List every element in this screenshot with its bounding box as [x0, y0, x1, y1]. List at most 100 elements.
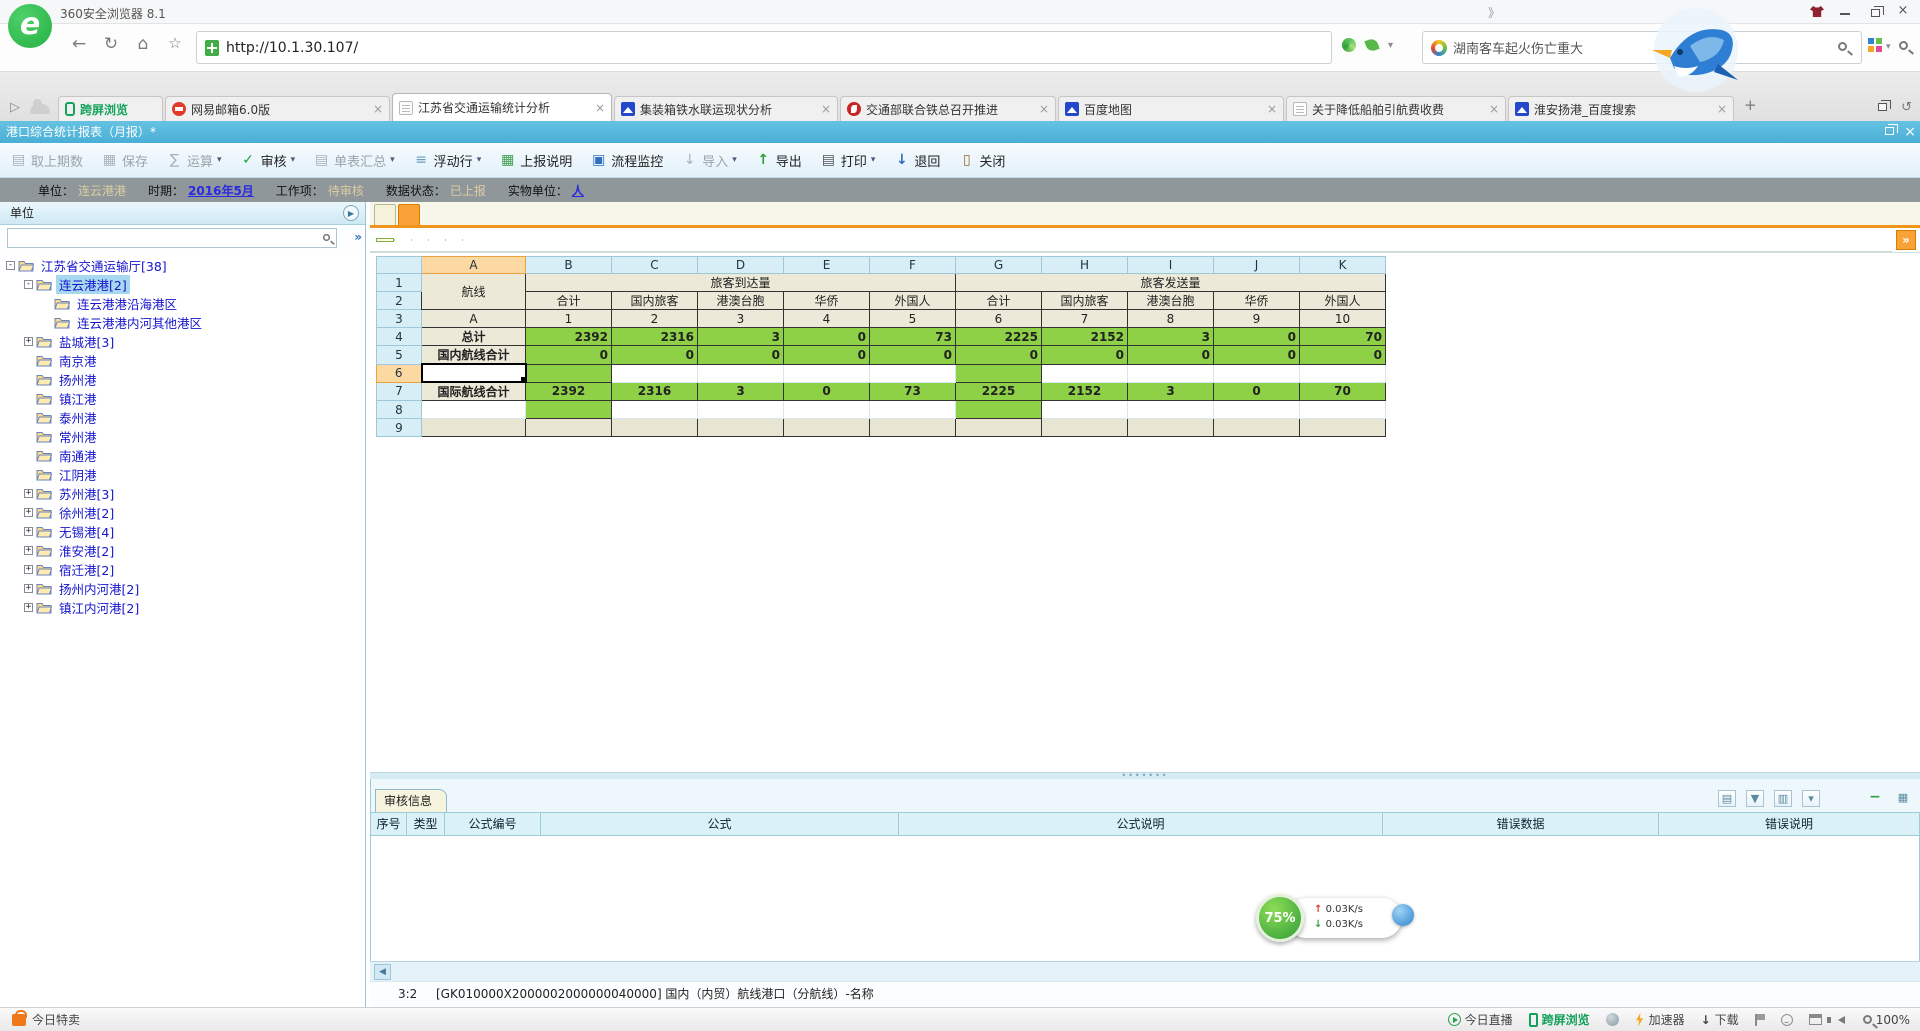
grid-row-header[interactable]: 7	[377, 382, 422, 401]
grid-cell[interactable]: 港澳台胞	[1128, 292, 1214, 310]
grid-cell[interactable]	[870, 419, 956, 437]
grid-cell[interactable]: 73	[870, 328, 956, 346]
toolbar-button[interactable]: ▣ 流程监控 ▾	[590, 151, 663, 170]
tree-expander-icon[interactable]: +	[24, 508, 33, 517]
grid-cell[interactable]: 5	[870, 310, 956, 328]
grid-cell[interactable]: 3	[698, 382, 784, 401]
home-icon[interactable]: ⌂	[130, 34, 156, 54]
grid-cell[interactable]	[612, 364, 698, 382]
tree-item[interactable]: + 徐州港[2]	[0, 503, 365, 522]
grid-cell[interactable]: 0	[1042, 346, 1128, 365]
grid-cell[interactable]: 国际航线合计	[422, 382, 526, 401]
eco-mode-icon[interactable]	[1364, 37, 1379, 52]
grid-cell[interactable]: 0	[1300, 346, 1386, 365]
grid-col-header[interactable]: C	[612, 257, 698, 274]
grid-cell[interactable]: 港澳台胞	[698, 292, 784, 310]
grid-row-header[interactable]: 1	[377, 274, 422, 292]
cross-screen-button[interactable]: 跨屏浏览	[1529, 1011, 1590, 1028]
volume-button[interactable]	[1838, 1016, 1847, 1024]
toolbar-button[interactable]: ▦ 上报说明 ▾	[499, 151, 572, 170]
grid-row-header[interactable]: 9	[377, 419, 422, 437]
grid-cell[interactable]: 3	[1128, 382, 1214, 401]
browser-tab[interactable]: 跨屏浏览 ×	[58, 96, 163, 121]
address-bar[interactable]	[196, 31, 1332, 64]
grid-cell[interactable]: 0	[956, 346, 1042, 365]
grid-cell[interactable]	[1128, 364, 1214, 382]
grid-cell[interactable]: 0	[698, 346, 784, 365]
grid-col-header[interactable]: I	[1128, 257, 1214, 274]
grid-cell[interactable]	[526, 419, 612, 437]
grid-cell[interactable]: 73	[870, 382, 956, 401]
report-chip[interactable]	[411, 239, 428, 241]
close-button[interactable]: ×	[1890, 2, 1916, 21]
scroll-left-icon[interactable]: ◀	[374, 964, 391, 980]
sheet-tab[interactable]	[398, 204, 420, 225]
grid-col-header[interactable]: J	[1214, 257, 1300, 274]
grid-cell[interactable]	[870, 401, 956, 419]
tree-item[interactable]: 连云港港沿海港区	[0, 294, 365, 313]
tab-close-icon[interactable]: ×	[1267, 102, 1277, 116]
tree-item[interactable]: + 扬州内河港[2]	[0, 579, 365, 598]
browser-tab[interactable]: 交通部联合铁总召开推进 ×	[840, 96, 1056, 121]
grid-cell[interactable]: 0	[1128, 346, 1214, 365]
tree-expander-icon[interactable]: -	[24, 280, 33, 289]
grid-cell[interactable]	[1214, 419, 1300, 437]
audit-print-icon[interactable]: ▥	[1774, 790, 1792, 807]
browser-tab[interactable]: 集装箱铁水联运现状分析 ×	[614, 96, 838, 121]
tree-expander-icon[interactable]: +	[24, 584, 33, 593]
favorites-star-icon[interactable]: ☆	[162, 34, 188, 52]
audit-table-body[interactable]	[370, 836, 1920, 961]
grid-cell[interactable]	[1128, 401, 1214, 419]
toolbar-button[interactable]: ▤ 打印 ▾	[820, 151, 876, 170]
chips-scroll-right-icon[interactable]: »	[1896, 230, 1916, 250]
tree-expander-icon[interactable]: +	[24, 603, 33, 612]
progress-ball[interactable]: 75%	[1256, 894, 1304, 942]
grid-cell[interactable]	[422, 419, 526, 437]
tab-close-icon[interactable]: ×	[1039, 102, 1049, 116]
grid-cell[interactable]: 3	[698, 310, 784, 328]
browser-tab[interactable]: 百度地图 ×	[1058, 96, 1284, 121]
chevron-down-icon[interactable]: ▾	[390, 155, 395, 165]
grid-col-header[interactable]: D	[698, 257, 784, 274]
tree-item[interactable]: - 连云港港[2]	[0, 275, 365, 294]
site-safety-shield-icon[interactable]	[205, 40, 219, 56]
grid-cell[interactable]: 国内旅客	[612, 292, 698, 310]
spreadsheet-canvas[interactable]: ABCDEFGHIJK1航线旅客到达量旅客发送量2合计国内旅客港澳台胞华侨外国人…	[370, 252, 1920, 772]
tab-close-icon[interactable]: ×	[373, 102, 383, 116]
unit-search-input[interactable]	[7, 228, 337, 248]
grid-cell[interactable]	[698, 364, 784, 382]
grid-cell[interactable]: 合计	[956, 292, 1042, 310]
grid-cell[interactable]: 3	[698, 328, 784, 346]
grid-cell[interactable]: 合计	[526, 292, 612, 310]
minimize-button[interactable]	[1832, 2, 1858, 21]
grid-cell[interactable]: 0	[784, 328, 870, 346]
grid-cell[interactable]	[1300, 401, 1386, 419]
speed-widget[interactable]: ↑ 0.03K/s ↓ 0.03K/s 75%	[1256, 892, 1416, 944]
report-chip[interactable]	[445, 239, 462, 241]
audit-export-icon[interactable]: ▤	[1718, 790, 1736, 807]
toolbar-button[interactable]: ↓ 导入 ▾	[681, 151, 737, 170]
feedback-button[interactable]	[1755, 1014, 1765, 1026]
grid-corner[interactable]	[377, 257, 422, 274]
chevron-down-icon[interactable]: ▾	[291, 155, 296, 165]
grid-cell[interactable]: 华侨	[1214, 292, 1300, 310]
grid-cell[interactable]	[698, 401, 784, 419]
tree-item[interactable]: 南通港	[0, 446, 365, 465]
grid-cell[interactable]: 0	[526, 346, 612, 365]
grid-cell[interactable]: 10	[1300, 310, 1386, 328]
chevron-down-icon[interactable]: ▾	[1388, 40, 1393, 51]
tab-close-icon[interactable]: ×	[595, 101, 605, 115]
chevron-down-icon[interactable]: ▾	[217, 155, 222, 165]
grid-cell[interactable]: 2152	[1042, 382, 1128, 401]
report-chip[interactable]	[462, 239, 479, 241]
speed-mini-icon[interactable]	[1392, 904, 1414, 926]
grid-cell[interactable]: 0	[612, 346, 698, 365]
grid-cell[interactable]: 2316	[612, 328, 698, 346]
browser-logo[interactable]: e	[8, 4, 52, 48]
bird-mascot[interactable]	[1640, 6, 1752, 94]
tree-item[interactable]: + 无锡港[4]	[0, 522, 365, 541]
grid-cell[interactable]: 3	[1128, 328, 1214, 346]
grid-cell[interactable]: 0	[784, 346, 870, 365]
tab-close-icon[interactable]: ×	[1489, 102, 1499, 116]
tab-close-icon[interactable]: ×	[821, 102, 831, 116]
